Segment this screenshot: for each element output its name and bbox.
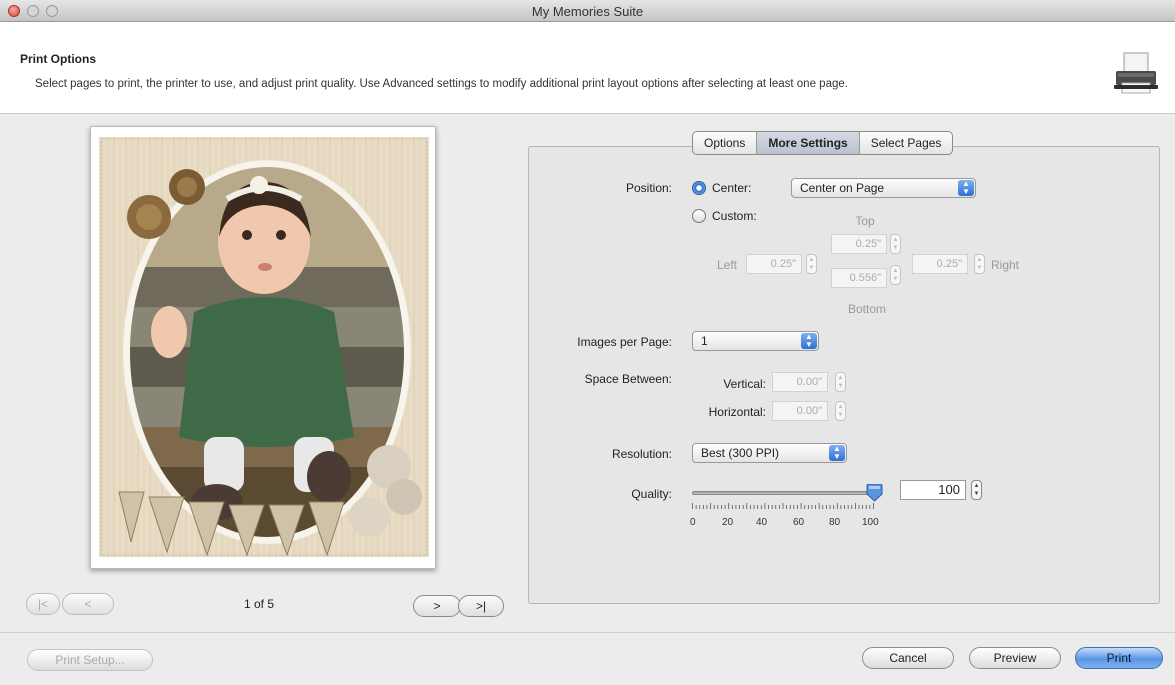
print-button[interactable]: Print — [1075, 647, 1163, 669]
print-setup-button[interactable]: Print Setup... — [27, 649, 153, 671]
horizontal-label: Horizontal: — [708, 405, 766, 419]
select-arrows-icon: ▲ ▼ — [801, 333, 817, 349]
quality-value-field[interactable]: 100 — [900, 480, 966, 500]
custom-radio-label: Custom: — [712, 209, 757, 223]
center-radio-label: Center: — [712, 181, 752, 195]
center-mode-value: Center on Page — [800, 181, 885, 195]
printer-icon — [1114, 52, 1158, 94]
quality-label: Quality: — [631, 487, 672, 501]
resolution-label: Resolution: — [611, 447, 672, 461]
tab-options[interactable]: Options — [693, 132, 758, 154]
print-options-window: My Memories Suite Print Options Select p… — [0, 0, 1175, 685]
title-bar: My Memories Suite — [0, 0, 1175, 22]
page-preview — [90, 126, 436, 569]
space-between-label: Space Between: — [584, 372, 672, 386]
settings-tabs: Options More Settings Select Pages — [692, 131, 954, 155]
next-page-button[interactable]: > — [413, 595, 461, 617]
cancel-button[interactable]: Cancel — [862, 647, 954, 669]
quality-slider-track[interactable] — [692, 491, 874, 495]
top-margin-stepper[interactable]: ▲ ▼ — [890, 234, 901, 254]
vertical-space-field[interactable]: 0.00" — [772, 372, 828, 392]
tab-more-settings[interactable]: More Settings — [757, 132, 860, 154]
page-preview-photo — [99, 137, 429, 557]
quality-stepper[interactable]: ▲ ▼ — [971, 480, 982, 500]
quality-slider-ticks — [692, 503, 874, 509]
quality-tick-label: 40 — [756, 517, 768, 528]
left-margin-stepper[interactable]: ▲ ▼ — [806, 254, 817, 274]
quality-tick-label: 100 — [862, 517, 879, 528]
bottom-margin-stepper[interactable]: ▲ ▼ — [890, 265, 901, 285]
center-mode-select[interactable]: Center on Page ▲ ▼ — [791, 178, 976, 198]
left-label: Left — [716, 258, 737, 272]
custom-radio[interactable] — [692, 209, 706, 223]
page-count: 1 of 5 — [244, 597, 275, 611]
window-title: My Memories Suite — [531, 4, 644, 19]
left-margin-field[interactable]: 0.25" — [746, 254, 802, 274]
vertical-space-stepper[interactable]: ▲ ▼ — [835, 372, 846, 392]
right-label: Right — [991, 258, 1020, 272]
images-per-page-select[interactable]: 1 ▲ ▼ — [692, 331, 819, 351]
top-margin-field[interactable]: 0.25" — [831, 234, 887, 254]
select-arrows-icon: ▲ ▼ — [958, 180, 974, 196]
center-radio[interactable] — [692, 181, 706, 195]
resolution-value: Best (300 PPI) — [701, 446, 780, 460]
bottom-label: Bottom — [847, 302, 886, 316]
dialog-description: Select pages to print, the printer to us… — [35, 78, 848, 90]
quality-tick-label: 60 — [793, 517, 805, 528]
tab-select-pages[interactable]: Select Pages — [860, 132, 953, 154]
top-label: Top — [855, 214, 875, 228]
resolution-select[interactable]: Best (300 PPI) ▲ ▼ — [692, 443, 847, 463]
vertical-label: Vertical: — [723, 377, 766, 391]
images-per-page-label: Images per Page: — [577, 335, 672, 349]
quality-tick-label: 0 — [690, 517, 696, 528]
right-margin-field[interactable]: 0.25" — [912, 254, 968, 274]
quality-tick-label: 80 — [829, 517, 841, 528]
bottom-margin-field[interactable]: 0.556" — [831, 268, 887, 288]
last-page-button[interactable]: >| — [458, 595, 504, 617]
previous-page-button[interactable]: < — [62, 593, 114, 615]
button-bar-separator — [0, 632, 1175, 633]
first-page-button[interactable]: |< — [26, 593, 60, 615]
quality-tick-label: 20 — [722, 517, 734, 528]
preview-button[interactable]: Preview — [969, 647, 1061, 669]
select-arrows-icon: ▲ ▼ — [829, 445, 845, 461]
images-per-page-value: 1 — [701, 334, 708, 348]
dialog-header: Print Options Select pages to print, the… — [0, 22, 1175, 114]
horizontal-space-field[interactable]: 0.00" — [772, 401, 828, 421]
horizontal-space-stepper[interactable]: ▲ ▼ — [835, 401, 846, 421]
position-label: Position: — [625, 181, 672, 195]
right-margin-stepper[interactable]: ▲ ▼ — [974, 254, 985, 274]
dialog-title: Print Options — [20, 52, 96, 66]
quality-slider-thumb[interactable] — [866, 484, 883, 502]
